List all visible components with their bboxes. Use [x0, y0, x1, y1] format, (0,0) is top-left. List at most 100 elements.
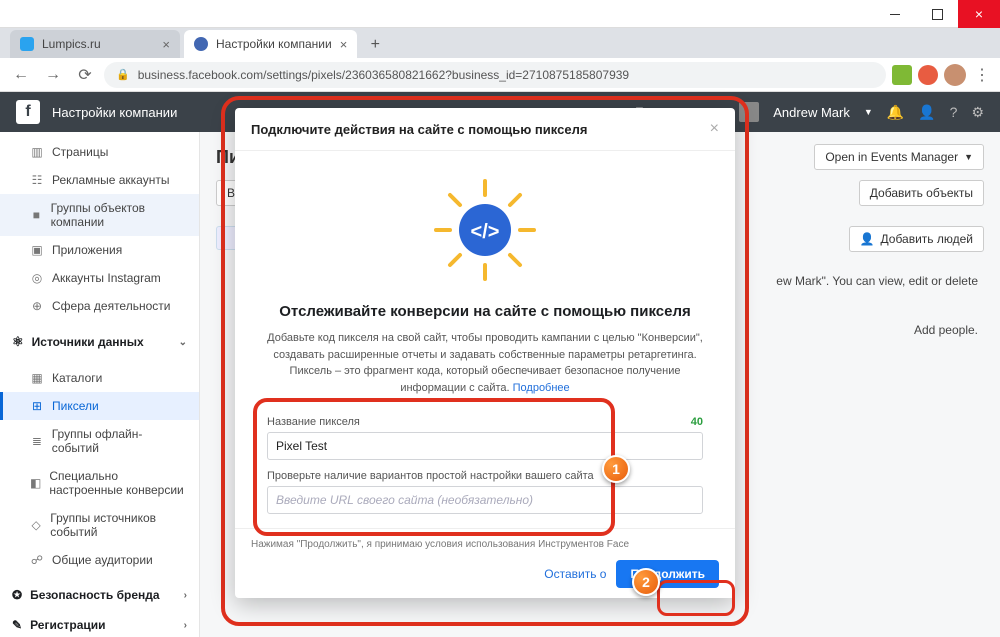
globe-icon: ⊕: [30, 299, 44, 313]
sidebar-item-label: Сфера деятельности: [52, 299, 170, 313]
tab-business-settings[interactable]: Настройки компании ×: [184, 30, 357, 58]
leave-feedback-link[interactable]: Оставить о: [544, 567, 606, 581]
shield-icon: ✪: [12, 588, 22, 602]
user-name[interactable]: Andrew Mark: [773, 105, 850, 120]
conversion-icon: ◧: [30, 476, 41, 490]
chevron-right-icon: ›: [184, 620, 187, 631]
sidebar-item-label: Группы источников событий: [50, 511, 187, 539]
pixel-name-input[interactable]: [267, 432, 703, 460]
folder-icon: ■: [30, 208, 43, 222]
open-events-manager-button[interactable]: Open in Events Manager▼: [814, 144, 984, 170]
modal-heading: Отслеживайте конверсии на сайте с помощь…: [263, 303, 707, 320]
chevron-down-icon: ⌄: [179, 337, 187, 348]
extension-icon[interactable]: [918, 65, 938, 85]
profile-avatar[interactable]: [944, 64, 966, 86]
sidebar-item-ad-accounts[interactable]: ☷ Рекламные аккаунты: [0, 166, 199, 194]
pixel-icon: ⊞: [30, 399, 44, 413]
chevron-down-icon: ▼: [964, 152, 973, 162]
help-icon[interactable]: ?: [950, 104, 958, 120]
sidebar-item-label: Аккаунты Instagram: [52, 271, 161, 285]
sidebar: ▥ Страницы ☷ Рекламные аккаунты ■ Группы об…: [0, 132, 200, 637]
registration-icon: ✎: [12, 618, 22, 632]
add-people-button[interactable]: 👤Добавить людей: [849, 226, 984, 252]
learn-more-link[interactable]: Подробнее: [513, 382, 570, 394]
pixel-form: Название пикселя 40 Проверьте наличие ва…: [263, 410, 707, 520]
app-icon: ▣: [30, 243, 44, 257]
page-title: Настройки компании: [52, 105, 177, 120]
sidebar-item-custom-conversions[interactable]: ◧ Специально настроенные конверсии: [0, 462, 199, 504]
sidebar-item-label: Рекламные аккаунты: [52, 173, 169, 187]
facebook-logo-icon[interactable]: f: [16, 100, 40, 124]
tab-label: Настройки компании: [216, 37, 332, 51]
bell-icon[interactable]: 🔔: [887, 104, 904, 121]
window-maximize-button[interactable]: [916, 0, 958, 28]
sidebar-item-instagram[interactable]: ◎ Аккаунты Instagram: [0, 264, 199, 292]
sidebar-item-label: Группы офлайн-событий: [52, 427, 187, 455]
sidebar-item-offline-events[interactable]: ≣ Группы офлайн-событий: [0, 420, 199, 462]
sidebar-section-data-sources[interactable]: ⚛ Источники данных ⌄: [0, 326, 199, 358]
modal-description: Добавьте код пикселя на свой сайт, чтобы…: [263, 330, 707, 396]
callout-1: 1: [602, 455, 630, 483]
diamond-icon: ◇: [30, 518, 42, 532]
card-icon: ☷: [30, 173, 44, 187]
sidebar-section-registrations[interactable]: ✎ Регистрации ›: [0, 610, 199, 637]
modal-title: Подключите действия на сайте с помощью п…: [251, 122, 587, 137]
url-field[interactable]: 🔒 business.facebook.com/settings/pixels/…: [104, 62, 886, 88]
forward-button[interactable]: →: [40, 62, 66, 88]
chevron-down-icon[interactable]: ▼: [864, 107, 873, 117]
avatar-icon[interactable]: 👤: [918, 104, 935, 121]
sidebar-section-brand-safety[interactable]: ✪Безопасность бренда›: [0, 580, 199, 610]
sidebar-item-apps[interactable]: ▣ Приложения: [0, 236, 199, 264]
close-icon[interactable]: ×: [332, 37, 348, 52]
sidebar-item-pages[interactable]: ▥ Страницы: [0, 138, 199, 166]
sidebar-item-label: Специально настроенные конверсии: [49, 469, 187, 497]
window-close-button[interactable]: ×: [958, 0, 1000, 28]
modal-close-button[interactable]: ×: [710, 120, 719, 138]
new-tab-button[interactable]: +: [361, 32, 389, 58]
url-check-label: Проверьте наличие вариантов простой наст…: [267, 470, 703, 482]
grid-icon: ▦: [30, 371, 44, 385]
favicon-icon: [20, 37, 34, 51]
site-url-input[interactable]: [267, 486, 703, 514]
tab-label: Lumpics.ru: [42, 37, 101, 51]
sidebar-item-event-source-groups[interactable]: ◇ Группы источников событий: [0, 504, 199, 546]
reload-button[interactable]: ⟳: [72, 62, 98, 88]
sidebar-item-business-scope[interactable]: ⊕ Сфера деятельности: [0, 292, 199, 320]
sidebar-item-label: Страницы: [52, 145, 108, 159]
add-objects-button[interactable]: Добавить объекты: [859, 180, 984, 206]
sidebar-item-label: Группы объектов компании: [51, 201, 187, 229]
char-counter: 40: [691, 416, 703, 428]
close-icon[interactable]: ×: [154, 37, 170, 52]
sidebar-item-label: Каталоги: [52, 371, 102, 385]
pixel-setup-modal: Подключите действия на сайте с помощью п…: [235, 108, 735, 598]
sidebar-item-asset-groups[interactable]: ■ Группы объектов компании: [0, 194, 199, 236]
sidebar-item-shared-audiences[interactable]: ☍Общие аудитории: [0, 546, 199, 574]
instagram-icon: ◎: [30, 271, 44, 285]
person-plus-icon: 👤: [860, 232, 875, 246]
sidebar-item-pixels[interactable]: ⊞ Пиксели: [0, 392, 199, 420]
sidebar-section-label: Регистрации: [30, 618, 105, 632]
extension-icon[interactable]: [892, 65, 912, 85]
svg-text:</>: </>: [471, 221, 500, 243]
sidebar-item-label: Приложения: [52, 243, 122, 257]
window-minimize-button[interactable]: [874, 0, 916, 28]
sidebar-item-catalogs[interactable]: ▦ Каталоги: [0, 364, 199, 392]
list-icon: ≣: [30, 434, 44, 448]
data-sources-icon: ⚛: [12, 334, 24, 350]
chevron-right-icon: ›: [184, 590, 187, 601]
window-titlebar: ×: [0, 0, 1000, 28]
sidebar-section-label: Источники данных: [32, 335, 144, 349]
lock-icon: 🔒: [116, 68, 130, 81]
tab-lumpics[interactable]: Lumpics.ru ×: [10, 30, 180, 58]
flag-icon: ▥: [30, 145, 44, 159]
callout-2: 2: [632, 568, 660, 596]
gear-icon[interactable]: ⚙: [971, 104, 984, 121]
browser-menu-button[interactable]: ⋮: [972, 65, 992, 85]
back-button[interactable]: ←: [8, 62, 34, 88]
sidebar-item-label: Пиксели: [52, 399, 99, 413]
browser-tabs: Lumpics.ru × Настройки компании × +: [0, 28, 1000, 58]
favicon-icon: [194, 37, 208, 51]
user-avatar-icon: [739, 102, 759, 122]
terms-note: Нажимая "Продолжить", я принимаю условия…: [251, 539, 719, 550]
hero-graphic: </>: [263, 175, 707, 285]
